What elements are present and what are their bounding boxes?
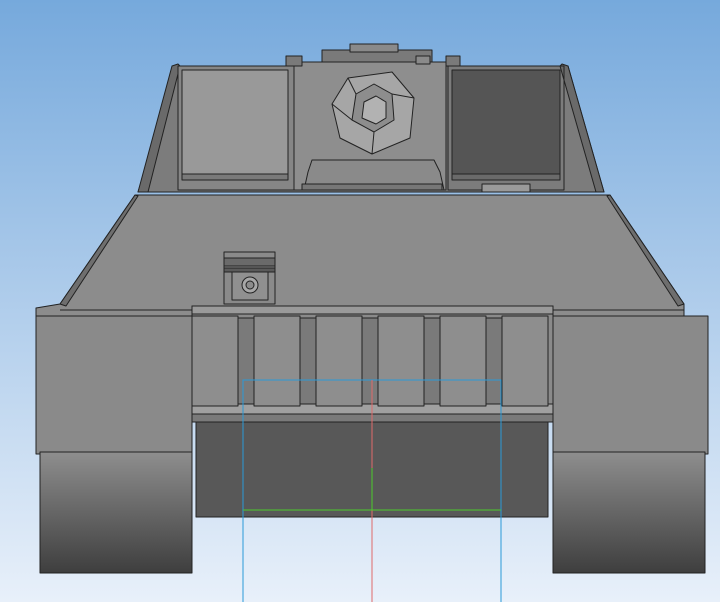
headlight-mount bbox=[223, 251, 276, 305]
left-track bbox=[35, 315, 193, 574]
right-track bbox=[552, 315, 709, 574]
tank-model-front-view[interactable] bbox=[0, 0, 720, 602]
hull-upper-front-plate bbox=[35, 194, 685, 317]
cad-3d-viewport[interactable] bbox=[0, 0, 720, 602]
vision-slot bbox=[481, 183, 531, 193]
spare-track-links bbox=[191, 315, 549, 407]
left-hatch-panel bbox=[181, 69, 289, 175]
right-hatch-panel bbox=[451, 69, 561, 175]
